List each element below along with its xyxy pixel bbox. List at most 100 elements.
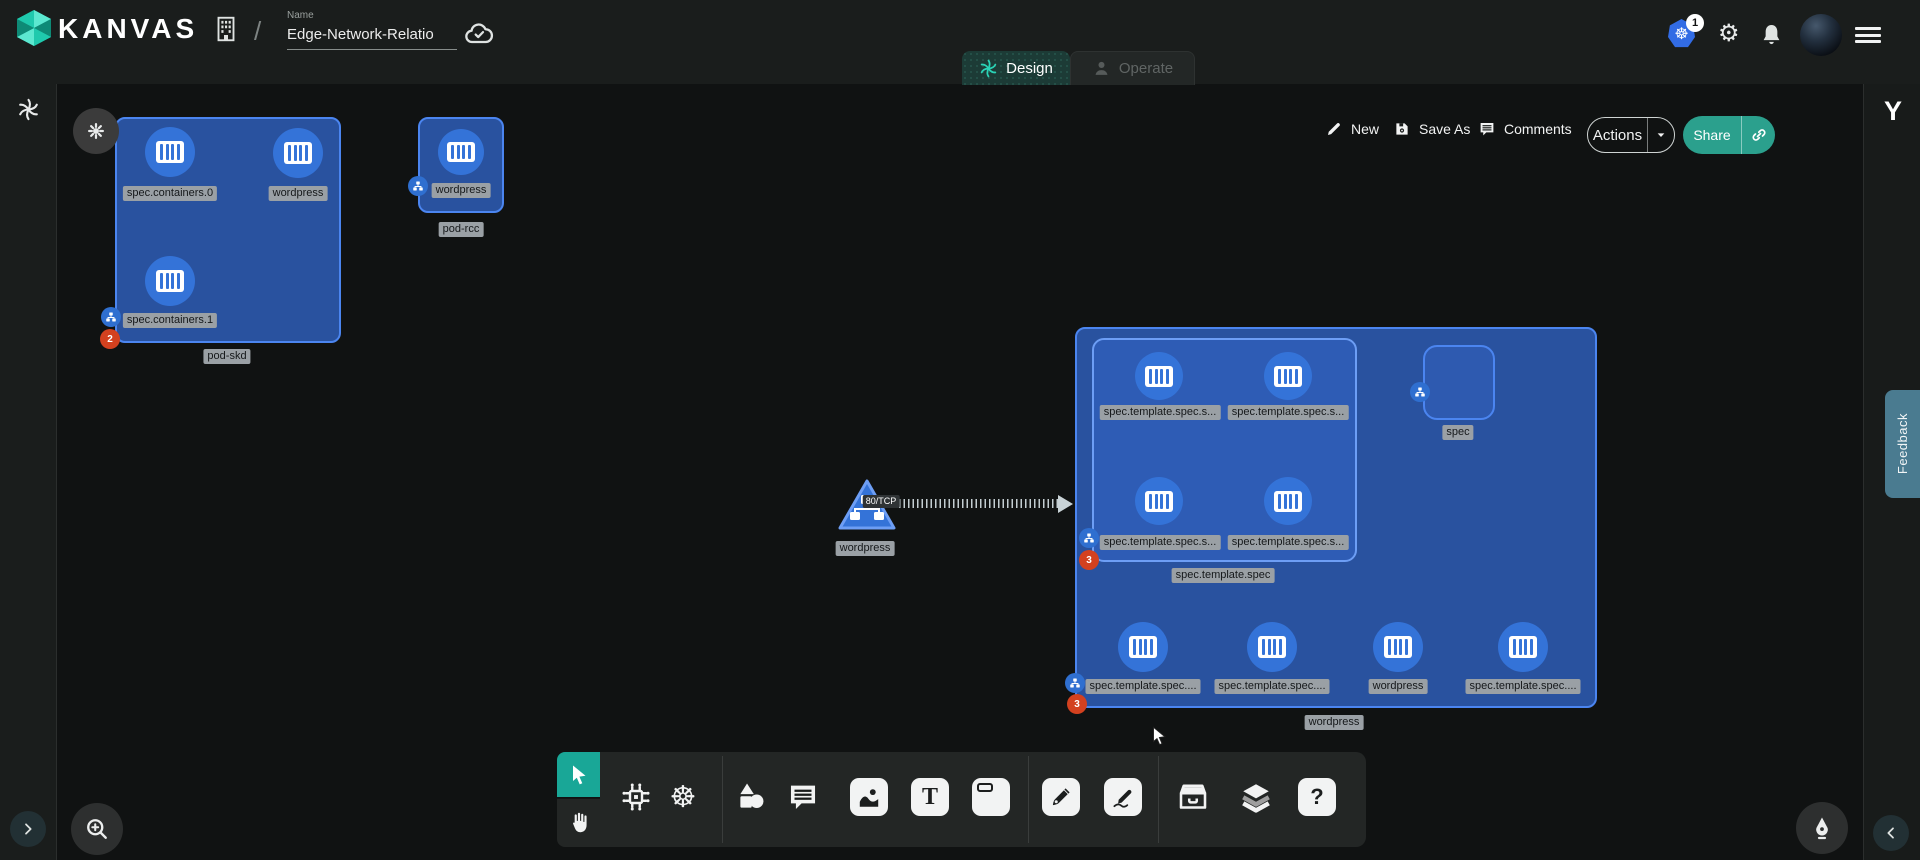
error-badge[interactable]: 2 [100, 329, 120, 349]
container-icon [1274, 491, 1302, 512]
notifications-bell-icon[interactable] [1758, 21, 1785, 48]
node-bottom-container-1[interactable] [1247, 622, 1297, 672]
container-icon [1129, 636, 1157, 658]
relationship-badge[interactable] [101, 307, 121, 327]
node-label: spec.containers.0 [123, 186, 217, 201]
copy-link-icon[interactable] [1750, 126, 1768, 144]
design-name-label: Name [287, 10, 314, 21]
components-tool-button[interactable] [614, 775, 658, 819]
chevron-left-icon [1883, 825, 1899, 841]
edge-service-to-deployment[interactable] [899, 499, 1059, 508]
feedback-tab[interactable]: Feedback [1885, 390, 1920, 498]
select-tool-button[interactable] [557, 752, 600, 797]
left-rail [0, 84, 57, 860]
text-tool-button[interactable]: T [908, 775, 952, 819]
save-as-button-label: Save As [1419, 121, 1470, 137]
image-tool-button[interactable] [847, 775, 891, 819]
layers-tool-button[interactable] [1234, 775, 1278, 819]
drawer-tool-button[interactable] [1171, 775, 1215, 819]
cursor-icon [567, 763, 591, 787]
group-settings-gear-button[interactable] [73, 108, 119, 154]
layers-icon [1238, 779, 1274, 815]
node-label: spec.template.spec.s... [1100, 405, 1221, 420]
toolbar-divider [1028, 756, 1029, 843]
comment-tool-button[interactable] [781, 775, 825, 819]
expand-left-panel-button[interactable] [10, 811, 46, 847]
lan-icon [105, 311, 117, 323]
pen-nib-icon [1808, 814, 1836, 842]
error-badge[interactable]: 3 [1079, 550, 1099, 570]
comment-icon [1478, 120, 1496, 138]
text-T-icon: T [911, 778, 949, 816]
node-wordpress-container[interactable] [438, 129, 484, 175]
organization-icon[interactable] [211, 14, 241, 44]
node-label: spec.template.spec.... [1215, 679, 1330, 694]
image-icon [856, 784, 882, 810]
container-icon [1145, 366, 1173, 387]
new-button-label: New [1351, 121, 1379, 137]
caret-down-icon[interactable] [1653, 127, 1669, 143]
zoom-search-button[interactable] [71, 803, 123, 855]
node-spec-containers-0[interactable] [145, 127, 195, 177]
node-spec[interactable] [1423, 345, 1495, 420]
relationship-badge[interactable] [1079, 528, 1099, 548]
kubernetes-wheel-icon: ☸ [670, 780, 697, 815]
note-tool-button[interactable] [969, 775, 1013, 819]
actions-button[interactable]: Actions [1587, 117, 1675, 153]
comments-button-label: Comments [1504, 121, 1572, 137]
collapse-right-panel-button[interactable] [1873, 815, 1909, 851]
save-as-button[interactable]: Save As [1393, 120, 1470, 138]
pan-tool-button[interactable] [557, 798, 600, 847]
lan-icon [1083, 532, 1095, 544]
edge-arrowhead [1058, 495, 1073, 513]
new-button[interactable]: New [1325, 120, 1379, 138]
node-bottom-container-3[interactable] [1498, 622, 1548, 672]
design-name-input[interactable] [287, 24, 457, 50]
container-icon [447, 142, 475, 162]
node-template-container-0[interactable] [1135, 352, 1183, 400]
node-label: spec.template.spec.... [1466, 679, 1581, 694]
node-bottom-container-2[interactable] [1373, 622, 1423, 672]
node-bottom-container-0[interactable] [1118, 622, 1168, 672]
design-pen-mode-button[interactable] [1796, 802, 1848, 854]
magnifier-plus-icon [83, 815, 111, 843]
menu-hamburger-icon[interactable] [1855, 27, 1881, 43]
pencil-sketch-tool-button[interactable] [1101, 775, 1145, 819]
node-label-spec: spec [1442, 425, 1473, 440]
edge-pen-tool-button[interactable] [1039, 775, 1083, 819]
node-template-container-2[interactable] [1135, 477, 1183, 525]
breadcrumb-separator: / [254, 16, 261, 47]
node-wordpress-container[interactable] [273, 128, 323, 178]
relationship-badge[interactable] [408, 176, 428, 196]
node-label-service: wordpress [836, 541, 895, 556]
tab-design[interactable]: Design [962, 51, 1070, 85]
share-button[interactable]: Share [1683, 116, 1775, 154]
design-spiral-icon [979, 59, 998, 78]
tab-operate[interactable]: Operate [1070, 51, 1195, 85]
shapes-tool-button[interactable] [729, 775, 773, 819]
container-icon [1509, 636, 1537, 658]
shapes-icon [734, 780, 768, 814]
group-label-spec-template-spec: spec.template.spec [1172, 568, 1275, 583]
comments-button[interactable]: Comments [1478, 120, 1572, 138]
relationship-badge[interactable] [1410, 382, 1430, 402]
feedback-label: Feedback [1895, 413, 1910, 474]
right-panel-y-glyph[interactable]: Y [1884, 96, 1902, 127]
error-badge[interactable]: 3 [1067, 694, 1087, 714]
relationship-badge[interactable] [1065, 673, 1085, 693]
group-label-deployment: wordpress [1305, 715, 1364, 730]
help-tool-button[interactable]: ? [1295, 775, 1339, 819]
lan-icon [412, 180, 424, 192]
container-icon [1384, 636, 1412, 658]
settings-gear-icon[interactable]: ⚙ [1718, 19, 1740, 48]
meshery-spiral-icon[interactable] [17, 98, 40, 121]
user-avatar[interactable] [1800, 14, 1842, 56]
node-template-container-3[interactable] [1264, 477, 1312, 525]
node-template-container-1[interactable] [1264, 352, 1312, 400]
node-spec-containers-1[interactable] [145, 256, 195, 306]
kubernetes-tool-button[interactable]: ☸ [661, 775, 705, 819]
node-label: spec.containers.1 [123, 313, 217, 328]
group-spec-template-spec[interactable] [1092, 338, 1357, 562]
node-label: wordpress [269, 186, 328, 201]
kanvas-logo-icon[interactable] [14, 8, 54, 48]
